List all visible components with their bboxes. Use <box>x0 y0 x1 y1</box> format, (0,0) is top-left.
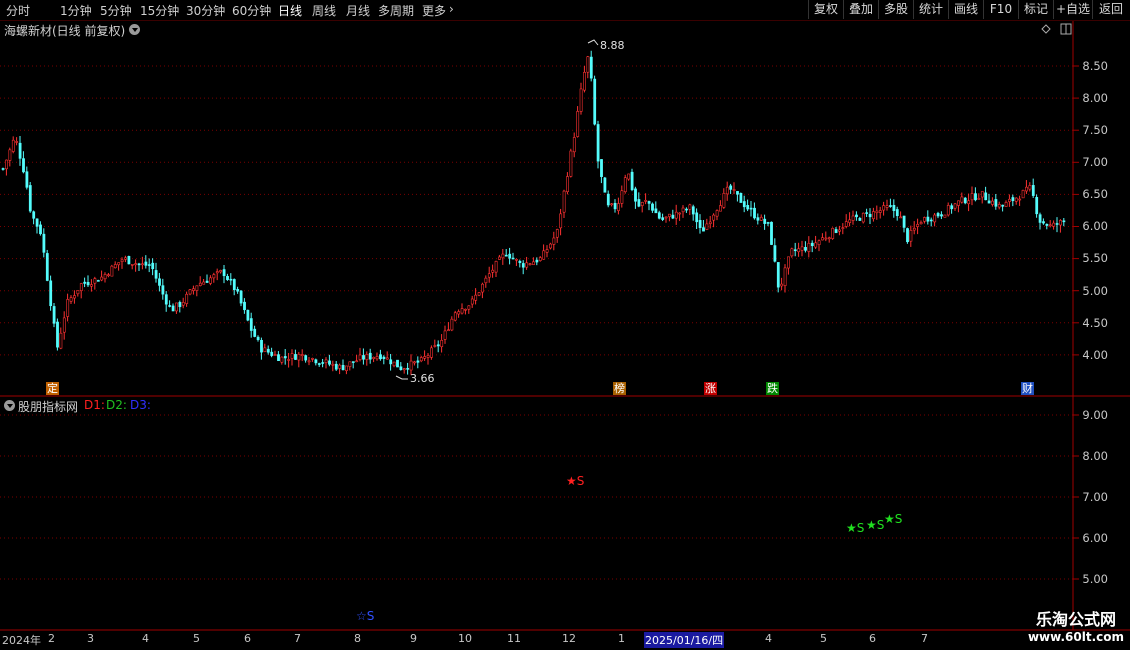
high-price-label: 8.88 <box>600 39 625 52</box>
y-tick: 6.00 <box>1082 531 1108 545</box>
watermark: 乐淘公式网 www.60lt.com <box>1028 606 1124 644</box>
y-tick: 4.00 <box>1082 348 1108 362</box>
signal-sell-d2: ★S <box>866 518 885 532</box>
signal-sell-d3: ☆S <box>356 609 375 623</box>
x-tick: 10 <box>458 632 472 645</box>
stock-title: 海螺新材(日线 前复权) <box>4 24 126 38</box>
indicator-d2-label: D2: <box>106 398 127 412</box>
y-tick: 5.00 <box>1082 572 1108 586</box>
x-tick: 6 <box>869 632 876 645</box>
event-tag-ranking[interactable]: 榜 <box>613 382 626 395</box>
x-tick: 4 <box>142 632 149 645</box>
event-tag-finance[interactable]: 财 <box>1021 382 1034 395</box>
y-tick: 7.00 <box>1082 490 1108 504</box>
x-tick: 7 <box>921 632 928 645</box>
y-tick: 7.00 <box>1082 155 1108 169</box>
y-tick: 6.50 <box>1082 187 1108 201</box>
signal-sell-d1: ★S <box>566 474 585 488</box>
x-tick: 2 <box>48 632 55 645</box>
y-tick: 8.00 <box>1082 91 1108 105</box>
y-tick: 5.00 <box>1082 284 1108 298</box>
y-tick: 8.50 <box>1082 59 1108 73</box>
y-tick: 8.00 <box>1082 449 1108 463</box>
y-tick: 9.00 <box>1082 408 1108 422</box>
x-tick: 9 <box>410 632 417 645</box>
y-tick: 6.00 <box>1082 219 1108 233</box>
event-tag-limit-down[interactable]: 跌 <box>766 382 779 395</box>
watermark-line2: www.60lt.com <box>1027 630 1124 644</box>
indicator-d1-label: D1: <box>84 398 105 412</box>
x-tick: 2024年 <box>2 634 41 647</box>
x-tick: 7 <box>294 632 301 645</box>
y-tick: 7.50 <box>1082 123 1108 137</box>
diamond-icon <box>1041 24 1051 34</box>
x-tick: 5 <box>193 632 200 645</box>
event-tag-placement[interactable]: 定 <box>46 382 59 395</box>
signal-sell-d2: ★S <box>884 512 903 526</box>
cursor-date: 2025/01/16/四 <box>644 632 725 648</box>
indicator-title: 股朋指标网 <box>18 400 79 414</box>
event-tag-limit-up[interactable]: 涨 <box>704 382 717 395</box>
x-tick: 3 <box>87 632 94 645</box>
low-price-label: 3.66 <box>410 372 435 385</box>
indicator-dropdown-icon[interactable] <box>4 400 15 411</box>
y-tick: 4.50 <box>1082 316 1108 330</box>
y-tick: 5.50 <box>1082 251 1108 265</box>
title-dropdown-icon[interactable] <box>129 24 140 35</box>
x-tick: 4 <box>765 632 772 645</box>
x-tick: 6 <box>244 632 251 645</box>
kline-chart[interactable] <box>0 0 1130 650</box>
x-tick: 1 <box>618 632 625 645</box>
x-tick: 12 <box>562 632 576 645</box>
indicator-d3-label: D3: <box>130 398 151 412</box>
watermark-line1: 乐淘公式网 <box>1035 610 1116 629</box>
signal-sell-d2: ★S <box>846 521 865 535</box>
x-tick: 8 <box>354 632 361 645</box>
x-tick: 11 <box>507 632 521 645</box>
x-tick: 5 <box>820 632 827 645</box>
